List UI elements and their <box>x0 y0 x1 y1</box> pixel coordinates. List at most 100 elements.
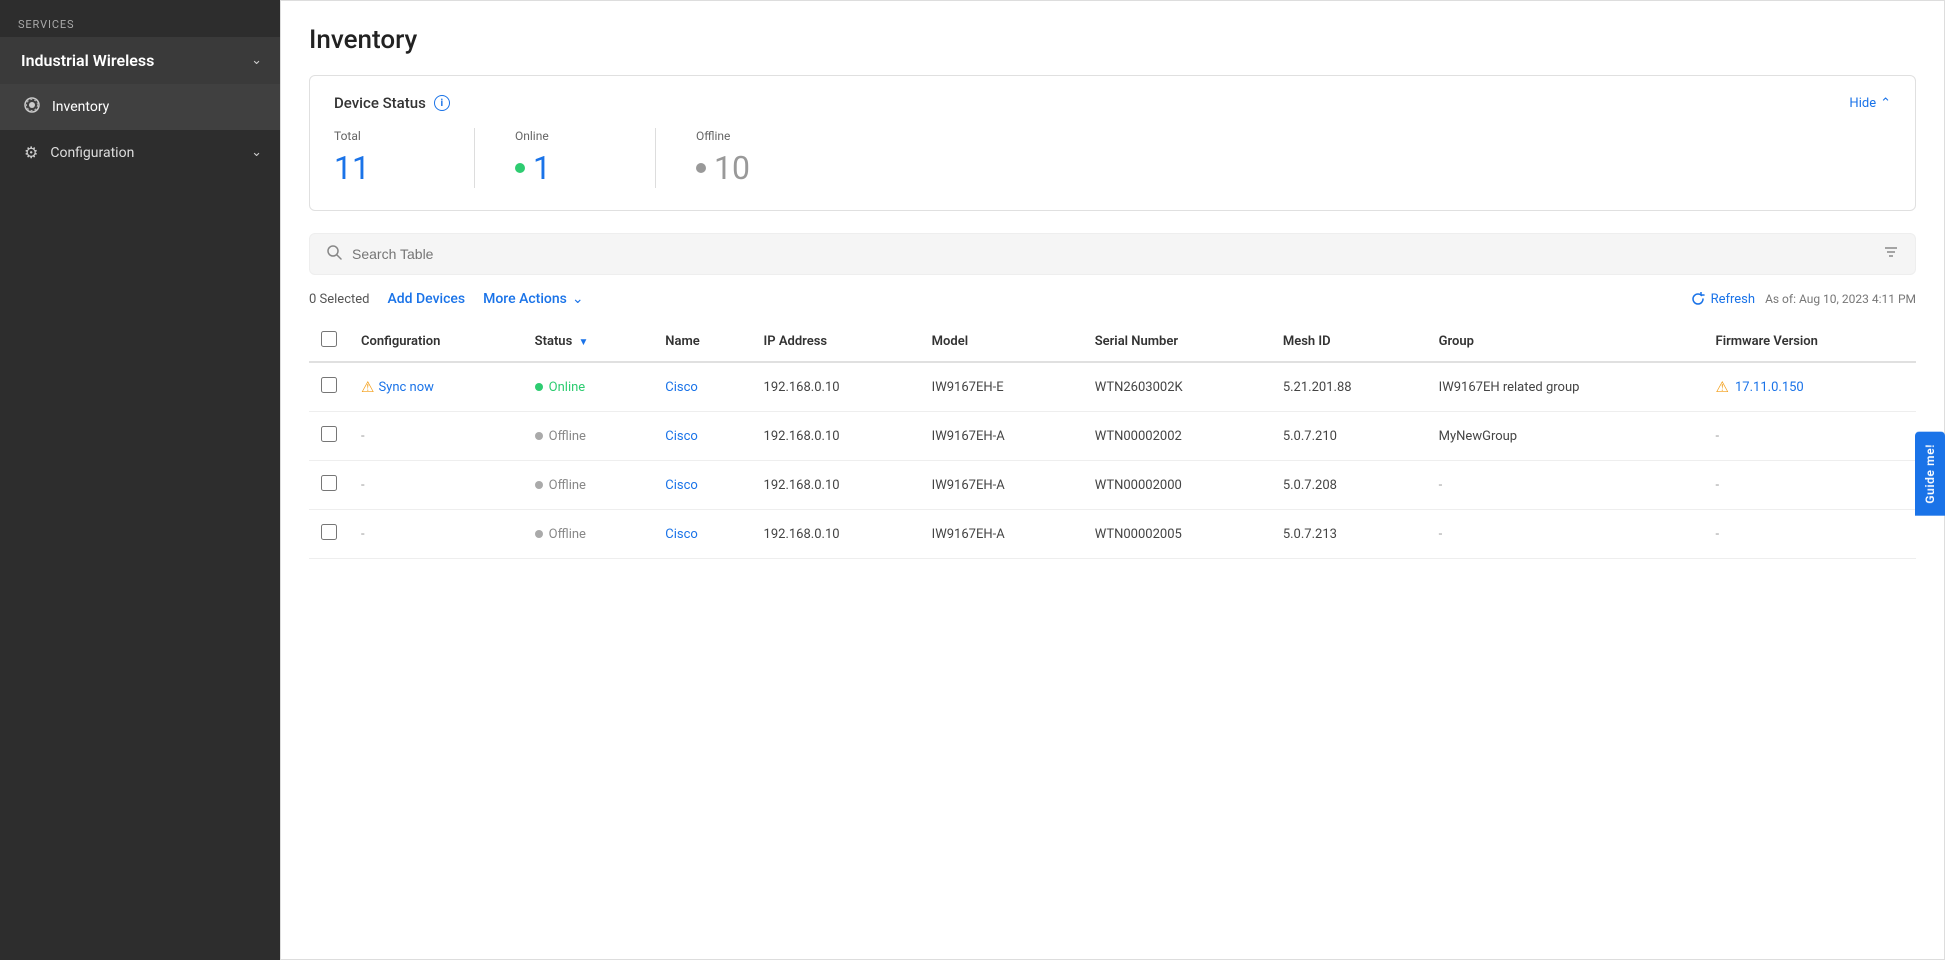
status-dot-offline <box>535 530 543 538</box>
search-input[interactable] <box>352 246 1873 262</box>
column-header-firmware: Firmware Version <box>1704 321 1916 362</box>
config-cell: - <box>349 510 523 559</box>
sidebar: SERVICES Industrial Wireless ⌄ Inventory… <box>0 0 280 960</box>
inventory-table-container: Configuration Status ▼ Name IP Address M… <box>309 321 1916 559</box>
sync-now-link[interactable]: Sync now <box>378 380 433 395</box>
firmware-version-link[interactable]: 17.11.0.150 <box>1735 380 1804 395</box>
ip-cell: 192.168.0.10 <box>752 362 920 412</box>
mesh-id-cell: 5.0.7.210 <box>1271 412 1427 461</box>
device-name-link[interactable]: Cisco <box>665 527 698 542</box>
column-header-name: Name <box>653 321 751 362</box>
ip-cell: 192.168.0.10 <box>752 510 920 559</box>
group-cell: IW9167EH related group <box>1427 362 1704 412</box>
table-row: -OfflineCisco192.168.0.10IW9167EH-AWTN00… <box>309 510 1916 559</box>
stat-total: Total 11 <box>334 129 474 187</box>
name-cell[interactable]: Cisco <box>653 461 751 510</box>
config-cell: - <box>349 412 523 461</box>
serial-cell: WTN00002000 <box>1083 461 1271 510</box>
refresh-button[interactable]: Refresh <box>1691 292 1755 307</box>
column-header-serial: Serial Number <box>1083 321 1271 362</box>
device-name-link[interactable]: Cisco <box>665 429 698 444</box>
name-cell[interactable]: Cisco <box>653 510 751 559</box>
more-actions-button[interactable]: More Actions ⌄ <box>483 291 583 307</box>
model-cell: IW9167EH-A <box>920 461 1083 510</box>
status-cell: Online <box>523 362 654 412</box>
column-header-mesh-id: Mesh ID <box>1271 321 1427 362</box>
device-status-card: Device Status i Hide ⌃ Total 11 Online 1 <box>309 75 1916 211</box>
chevron-up-icon: ⌃ <box>1880 96 1891 111</box>
toolbar-right: Refresh As of: Aug 10, 2023 4:11 PM <box>1691 292 1916 307</box>
sidebar-item-inventory[interactable]: Inventory <box>0 84 280 130</box>
row-checkbox-2[interactable] <box>321 475 337 491</box>
online-dot-icon <box>515 163 525 173</box>
firmware-cell: - <box>1704 461 1916 510</box>
info-icon[interactable]: i <box>434 95 450 111</box>
column-header-ip: IP Address <box>752 321 920 362</box>
filter-icon[interactable] <box>1883 244 1899 264</box>
sort-icon: ▼ <box>578 337 588 348</box>
serial-cell: WTN00002005 <box>1083 510 1271 559</box>
firmware-cell: - <box>1704 412 1916 461</box>
row-checkbox-0[interactable] <box>321 377 337 393</box>
search-icon <box>326 244 342 264</box>
refresh-icon <box>1691 292 1705 306</box>
toolbar: 0 Selected Add Devices More Actions ⌄ Re… <box>309 291 1916 307</box>
page-title: Inventory <box>309 25 1916 55</box>
ip-cell: 192.168.0.10 <box>752 461 920 510</box>
stat-offline: Offline 10 <box>696 129 836 187</box>
chevron-down-icon: ⌄ <box>251 53 262 68</box>
table-row: ⚠Sync nowOnlineCisco192.168.0.10IW9167EH… <box>309 362 1916 412</box>
status-cell: Offline <box>523 510 654 559</box>
row-checkbox-3[interactable] <box>321 524 337 540</box>
firmware-cell: - <box>1704 510 1916 559</box>
search-bar-container <box>309 233 1916 275</box>
device-name-link[interactable]: Cisco <box>665 478 698 493</box>
sidebar-service-industrial-wireless[interactable]: Industrial Wireless ⌄ <box>0 37 280 84</box>
mesh-id-cell: 5.21.201.88 <box>1271 362 1427 412</box>
add-devices-button[interactable]: Add Devices <box>387 291 465 307</box>
configuration-icon: ⚙ <box>24 143 38 162</box>
row-checkbox-1[interactable] <box>321 426 337 442</box>
group-cell: MyNewGroup <box>1427 412 1704 461</box>
column-header-status[interactable]: Status ▼ <box>523 321 654 362</box>
status-cell: Offline <box>523 461 654 510</box>
column-header-configuration: Configuration <box>349 321 523 362</box>
serial-cell: WTN2603002K <box>1083 362 1271 412</box>
sidebar-item-configuration[interactable]: ⚙ Configuration ⌄ <box>0 130 280 175</box>
config-cell[interactable]: ⚠ Sync now <box>349 362 523 412</box>
device-name-link[interactable]: Cisco <box>665 380 698 395</box>
stat-online: Online 1 <box>515 129 655 187</box>
hide-link[interactable]: Hide ⌃ <box>1849 96 1891 111</box>
status-cell: Offline <box>523 412 654 461</box>
group-cell: - <box>1427 510 1704 559</box>
row-checkbox-cell[interactable] <box>309 362 349 412</box>
main-content: Inventory Device Status i Hide ⌃ Total 1… <box>280 0 1945 960</box>
firmware-warning-icon: ⚠ <box>1716 378 1729 396</box>
mesh-id-cell: 5.0.7.213 <box>1271 510 1427 559</box>
model-cell: IW9167EH-E <box>920 362 1083 412</box>
device-status-title: Device Status i <box>334 94 450 112</box>
toolbar-left: 0 Selected Add Devices More Actions ⌄ <box>309 291 584 307</box>
row-checkbox-cell[interactable] <box>309 461 349 510</box>
row-checkbox-cell[interactable] <box>309 412 349 461</box>
select-all-header[interactable] <box>309 321 349 362</box>
name-cell[interactable]: Cisco <box>653 412 751 461</box>
inventory-icon <box>24 97 40 117</box>
table-row: - Offline Cisco 192.168.0.10IW9167EH-AWTN00… <box>309 461 1916 510</box>
config-chevron-icon: ⌄ <box>251 145 262 160</box>
model-cell: IW9167EH-A <box>920 412 1083 461</box>
status-dot-offline <box>535 481 543 489</box>
status-dot-offline <box>535 432 543 440</box>
device-status-header: Device Status i Hide ⌃ <box>334 94 1891 112</box>
select-all-checkbox[interactable] <box>321 331 337 347</box>
selected-count: 0 Selected <box>309 292 369 307</box>
ip-cell: 192.168.0.10 <box>752 412 920 461</box>
offline-dot-icon <box>696 163 706 173</box>
mesh-id-cell: 5.0.7.208 <box>1271 461 1427 510</box>
firmware-cell[interactable]: ⚠ 17.11.0.150 <box>1704 362 1916 412</box>
inventory-table: Configuration Status ▼ Name IP Address M… <box>309 321 1916 559</box>
guide-me-tab[interactable]: Guide me! <box>1915 432 1945 516</box>
name-cell[interactable]: Cisco <box>653 362 751 412</box>
row-checkbox-cell[interactable] <box>309 510 349 559</box>
warning-icon: ⚠ <box>361 378 374 396</box>
